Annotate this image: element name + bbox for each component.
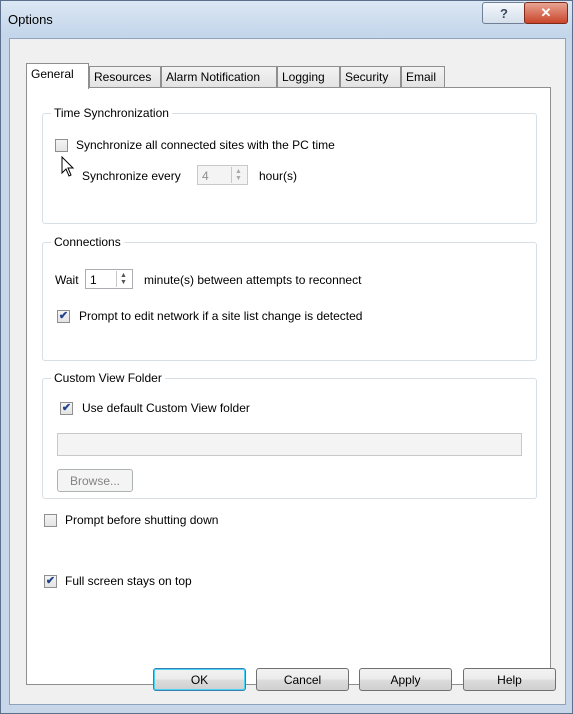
sync-all-label[interactable]: Synchronize all connected sites with the… (76, 138, 335, 152)
use-default-folder-checkbox[interactable]: ✔ (60, 402, 73, 415)
wait-stepper[interactable]: 1 ▲ ▼ (85, 269, 133, 289)
use-default-folder-label[interactable]: Use default Custom View folder (82, 401, 250, 415)
chevron-down-icon[interactable]: ▼ (235, 175, 242, 182)
chevron-up-icon[interactable]: ▲ (235, 168, 242, 175)
cancel-button[interactable]: Cancel (256, 668, 349, 691)
custom-view-legend: Custom View Folder (51, 371, 165, 385)
ok-button[interactable]: OK (153, 668, 246, 691)
sync-every-value: 4 (202, 169, 209, 183)
tab-security[interactable]: Security (340, 66, 401, 87)
browse-button[interactable]: Browse... (57, 469, 133, 492)
prompt-shutdown-checkbox[interactable] (44, 514, 57, 527)
full-screen-on-top-checkbox[interactable]: ✔ (44, 575, 57, 588)
chevron-up-icon[interactable]: ▲ (120, 272, 127, 279)
wait-label: Wait (55, 273, 79, 287)
prompt-edit-network-label[interactable]: Prompt to edit network if a site list ch… (79, 309, 362, 323)
help-title-button[interactable]: ? (482, 2, 526, 24)
tab-logging[interactable]: Logging (277, 66, 340, 87)
wait-value: 1 (90, 273, 97, 287)
tab-general[interactable]: General (26, 63, 89, 89)
tab-alarm-notification[interactable]: Alarm Notification (161, 66, 277, 87)
folder-path-field[interactable] (57, 433, 522, 456)
prompt-shutdown-label[interactable]: Prompt before shutting down (65, 513, 218, 527)
apply-button[interactable]: Apply (359, 668, 452, 691)
tab-resources[interactable]: Resources (89, 66, 161, 87)
title-bar[interactable]: Options ? ✕ (1, 1, 572, 37)
check-icon: ✔ (45, 575, 56, 587)
chevron-down-icon[interactable]: ▼ (120, 279, 127, 286)
sync-every-unit: hour(s) (259, 169, 298, 183)
window-title: Options (8, 12, 53, 27)
sync-every-stepper[interactable]: 4 ▲ ▼ (197, 165, 248, 185)
time-sync-group: Time Synchronization Synchronize all con… (42, 106, 537, 224)
wait-unit-label: minute(s) between attempts to reconnect (144, 273, 362, 287)
sync-every-label: Synchronize every (82, 169, 181, 183)
mouse-pointer-icon (61, 156, 75, 177)
stepper-arrows[interactable]: ▲ ▼ (116, 271, 131, 287)
check-icon: ✔ (61, 402, 72, 414)
dialog-client-area: General Resources Alarm Notification Log… (9, 38, 566, 705)
question-mark-icon: ? (500, 5, 508, 21)
custom-view-folder-group: Custom View Folder ✔ Use default Custom … (42, 371, 537, 499)
full-screen-on-top-label[interactable]: Full screen stays on top (65, 574, 192, 588)
options-dialog: Options ? ✕ General Resources Alarm Noti… (0, 0, 573, 714)
tab-email[interactable]: Email (401, 66, 445, 87)
check-icon: ✔ (58, 310, 69, 322)
sync-all-checkbox[interactable] (55, 139, 68, 152)
time-sync-legend: Time Synchronization (51, 106, 172, 120)
prompt-edit-network-checkbox[interactable]: ✔ (57, 310, 70, 323)
connections-group: Connections Wait 1 ▲ ▼ minute(s) between… (42, 235, 537, 361)
connections-legend: Connections (51, 235, 124, 249)
close-icon: ✕ (540, 5, 552, 20)
close-button[interactable]: ✕ (524, 2, 568, 24)
general-tab-panel: Time Synchronization Synchronize all con… (26, 87, 551, 685)
stepper-arrows[interactable]: ▲ ▼ (231, 167, 246, 183)
help-button[interactable]: Help (463, 668, 556, 691)
